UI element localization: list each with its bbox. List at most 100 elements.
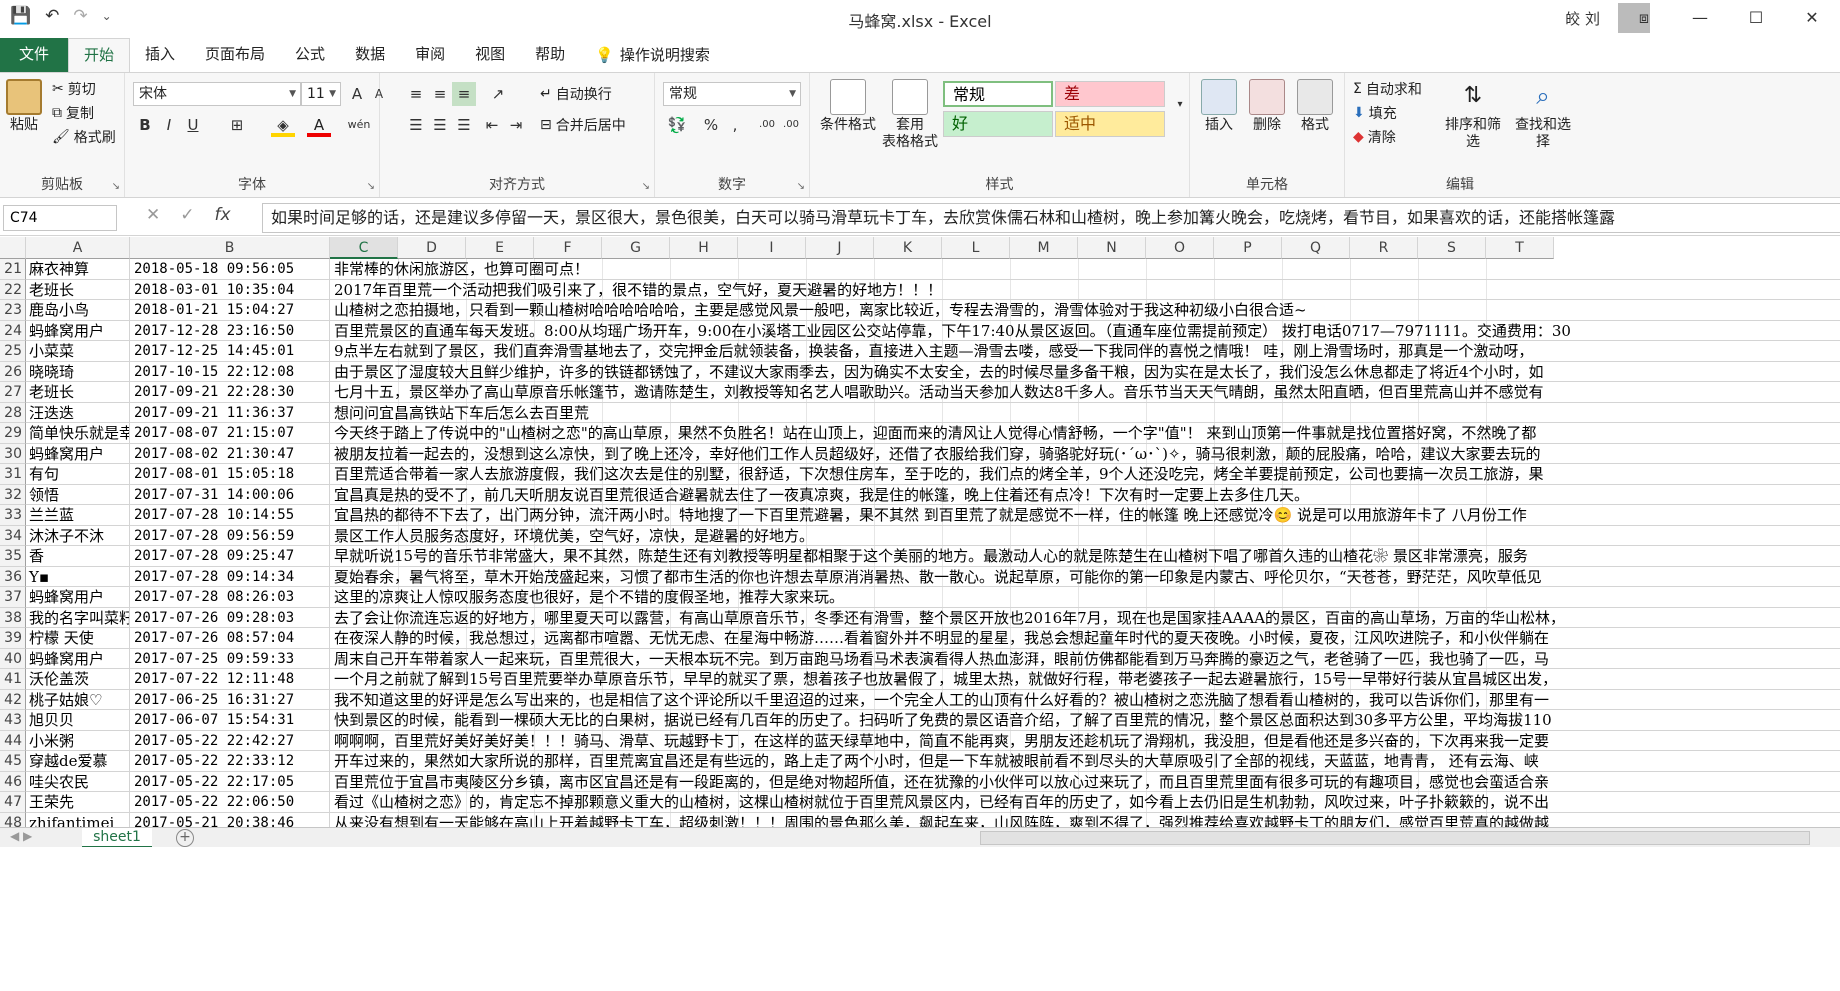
align-middle-icon[interactable]: ≡ <box>428 82 452 106</box>
cell-b[interactable]: 2017-05-22 22:42:27 <box>130 730 330 751</box>
cell-b[interactable]: 2017-08-01 15:05:18 <box>130 464 330 485</box>
user-name[interactable]: 皎 刘 <box>1565 8 1600 29</box>
row-header[interactable]: 36 <box>0 566 26 587</box>
column-header-f[interactable]: F <box>534 237 602 259</box>
cell-b[interactable]: 2018-03-01 10:35:04 <box>130 279 330 300</box>
cell-c[interactable]: 9点半左右就到了景区，我们直奔滑雪基地去了，交完押金后就领装备，换装备，直接进入… <box>330 341 1840 362</box>
cell-a[interactable]: 鹿岛小鸟 <box>26 300 130 321</box>
row-header[interactable]: 47 <box>0 792 26 813</box>
column-header-k[interactable]: K <box>874 237 942 259</box>
wrap-text-button[interactable]: ↵ 自动换行 <box>540 84 612 104</box>
column-header-i[interactable]: I <box>738 237 806 259</box>
cell-b[interactable]: 2017-05-22 22:06:50 <box>130 792 330 813</box>
currency-icon[interactable]: 💱 <box>665 113 689 137</box>
cell-b[interactable]: 2017-07-31 14:00:06 <box>130 484 330 505</box>
column-header-o[interactable]: O <box>1146 237 1214 259</box>
cell-b[interactable]: 2017-07-28 09:25:47 <box>130 546 330 567</box>
sheet-nav-icon[interactable]: ◀ ▶ <box>10 829 32 843</box>
cell-c[interactable]: 非常棒的休闲旅游区，也算可圈可点！ <box>330 259 1840 280</box>
cell-b[interactable]: 2017-07-26 09:28:03 <box>130 607 330 628</box>
cell-a[interactable]: 蚂蜂窝用户 <box>26 443 130 464</box>
column-header-q[interactable]: Q <box>1282 237 1350 259</box>
style-good[interactable]: 好 <box>943 111 1053 137</box>
cell-a[interactable]: 汪迭迭 <box>26 402 130 423</box>
column-header-t[interactable]: T <box>1486 237 1554 259</box>
tab-formulas[interactable]: 公式 <box>280 38 340 72</box>
tab-view[interactable]: 视图 <box>460 38 520 72</box>
insert-cells-button[interactable]: 插入 <box>1198 79 1240 134</box>
row-header[interactable]: 46 <box>0 771 26 792</box>
cell-b[interactable]: 2017-07-28 09:56:59 <box>130 525 330 546</box>
cell-a[interactable]: 老班长 <box>26 279 130 300</box>
cell-b[interactable]: 2017-12-28 23:16:50 <box>130 320 330 341</box>
align-center-icon[interactable]: ☰ <box>428 113 452 137</box>
cell-b[interactable]: 2017-05-21 20:38:46 <box>130 812 330 827</box>
column-header-g[interactable]: G <box>602 237 670 259</box>
paste-button[interactable]: 粘贴 <box>6 79 42 134</box>
row-header[interactable]: 31 <box>0 464 26 485</box>
column-header-s[interactable]: S <box>1418 237 1486 259</box>
phonetic-button[interactable]: wén <box>347 113 371 137</box>
row-header[interactable]: 24 <box>0 320 26 341</box>
row-header[interactable]: 29 <box>0 423 26 444</box>
close-button[interactable]: ✕ <box>1784 0 1840 38</box>
autosum-button[interactable]: Σ 自动求和 <box>1353 79 1422 99</box>
cell-c[interactable]: 景区工作人员服务态度好，环境优美，空气好，凉快，是避暑的好地方。 <box>330 526 1840 546</box>
row-header[interactable]: 35 <box>0 546 26 567</box>
cell-a[interactable]: 旭贝贝 <box>26 710 130 731</box>
row-header[interactable]: 21 <box>0 259 26 280</box>
dialog-launcher-icon[interactable]: ↘ <box>642 181 650 192</box>
sheet-tab[interactable]: sheet1 <box>82 828 152 848</box>
cell-b[interactable]: 2018-01-21 15:04:27 <box>130 300 330 321</box>
cell-c[interactable]: 宜昌热的都待不下去了，出门两分钟，流汗两小时。特地搜了一下百里荒避暑，果不其然 … <box>330 505 1840 526</box>
cell-a[interactable]: 小菜菜 <box>26 341 130 362</box>
row-header[interactable]: 27 <box>0 382 26 403</box>
enter-icon[interactable]: ✓ <box>180 205 194 225</box>
decrease-decimal-button[interactable]: .00 <box>779 113 803 137</box>
cell-a[interactable]: 兰兰蓝 <box>26 505 130 526</box>
insert-function-icon[interactable]: fx <box>215 205 231 225</box>
dialog-launcher-icon[interactable]: ↘ <box>797 181 805 192</box>
cell-c[interactable]: 宜昌真是热的受不了，前几天听朋友说百里荒很适合避暑就去住了一夜真凉爽，我是住的帐… <box>330 485 1840 505</box>
cell-b[interactable]: 2017-05-22 22:17:05 <box>130 771 330 792</box>
cell-c[interactable]: 想问问宜昌高铁站下车后怎么去百里荒 <box>330 403 1840 423</box>
copy-button[interactable]: ⧉ 复制 <box>52 103 94 123</box>
tab-page-layout[interactable]: 页面布局 <box>190 38 280 72</box>
cell-a[interactable]: 蚂蜂窝用户 <box>26 587 130 608</box>
row-header[interactable]: 48 <box>0 812 26 827</box>
conditional-formatting-button[interactable]: 条件格式 <box>818 79 878 134</box>
cell-a[interactable]: 有句 <box>26 464 130 485</box>
cell-a[interactable]: 老班长 <box>26 382 130 403</box>
borders-icon[interactable]: ⊞ <box>225 113 249 137</box>
row-header[interactable]: 39 <box>0 628 26 649</box>
column-header-l[interactable]: L <box>942 237 1010 259</box>
cell-c[interactable]: 去了会让你流连忘返的好地方，哪里夏天可以露营，有高山草原音乐节，冬季还有滑雪，整… <box>330 608 1840 628</box>
column-header-r[interactable]: R <box>1350 237 1418 259</box>
cell-a[interactable]: 王荣先 <box>26 792 130 813</box>
select-all-corner[interactable] <box>0 237 26 259</box>
find-select-button[interactable]: ⌕ 查找和选择 <box>1511 79 1575 151</box>
row-header[interactable]: 22 <box>0 279 26 300</box>
number-format-select[interactable]: 常规 ▼ <box>663 82 801 106</box>
percent-button[interactable]: % <box>699 113 723 137</box>
style-bad[interactable]: 差 <box>1055 81 1165 107</box>
cell-b[interactable]: 2017-07-26 08:57:04 <box>130 628 330 649</box>
cell-c[interactable]: 周末自己开车带着家人一起来玩，百里荒很大，一天根本玩不完。到万亩跑马场看马术表演… <box>330 649 1840 669</box>
name-box[interactable]: C74 <box>3 205 117 231</box>
dialog-launcher-icon[interactable]: ↘ <box>112 181 120 192</box>
row-header[interactable]: 41 <box>0 669 26 690</box>
row-header[interactable]: 32 <box>0 484 26 505</box>
cell-a[interactable]: 晓晓琦 <box>26 361 130 382</box>
font-color-button[interactable]: A <box>307 113 331 137</box>
cell-a[interactable]: 麻衣神算 <box>26 259 130 280</box>
row-header[interactable]: 44 <box>0 730 26 751</box>
merge-center-button[interactable]: ⊟ 合并后居中 <box>540 115 626 135</box>
format-as-table-button[interactable]: 套用 表格格式 <box>880 79 940 151</box>
ribbon-display-icon[interactable]: ⧈ <box>1616 0 1672 38</box>
cell-c[interactable]: 夏始春余，暑气将至，草木开始茂盛起来，习惯了都市生活的你也许想去草原消消暑热、散… <box>330 567 1840 587</box>
increase-indent-icon[interactable]: ⇥ <box>504 113 528 137</box>
tab-data[interactable]: 数据 <box>340 38 400 72</box>
tab-file[interactable]: 文件 <box>0 38 68 72</box>
cell-a[interactable]: zhifantimei <box>26 812 130 827</box>
column-header-m[interactable]: M <box>1010 237 1078 259</box>
